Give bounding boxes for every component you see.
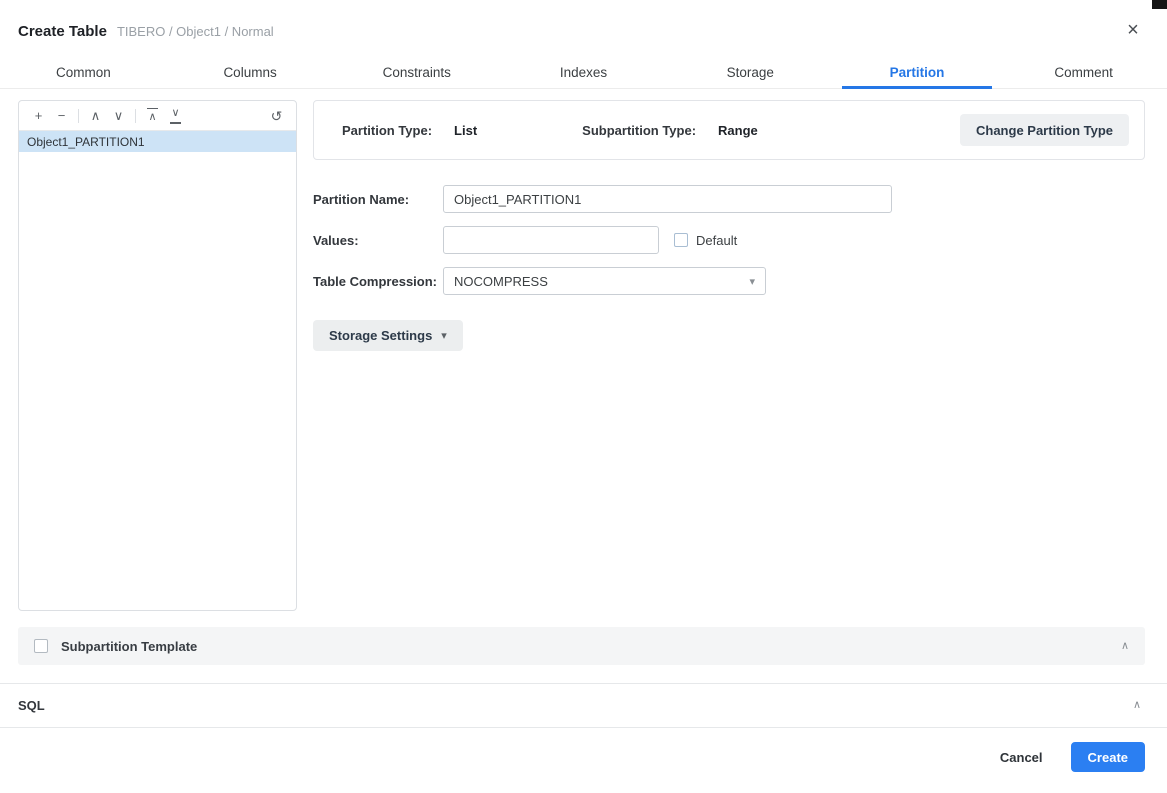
subpartition-template-checkbox[interactable] xyxy=(34,639,48,653)
partition-type-box: Partition Type: List Subpartition Type: … xyxy=(313,100,1145,160)
sql-section[interactable]: SQL ∧ xyxy=(0,683,1167,728)
background-page-corner xyxy=(1152,0,1167,9)
toolbar-divider xyxy=(78,109,79,123)
tab-common[interactable]: Common xyxy=(0,56,167,88)
table-compression-row: Table Compression: NOCOMPRESS ▾ xyxy=(313,267,1145,295)
tab-columns[interactable]: Columns xyxy=(167,56,334,88)
dialog-title: Create Table xyxy=(18,23,107,40)
create-button[interactable]: Create xyxy=(1071,742,1145,772)
reset-button[interactable]: ↺ xyxy=(265,105,288,127)
partition-type-value: List xyxy=(454,123,477,138)
move-to-top-icon: ∧ xyxy=(148,112,156,123)
list-item-partition[interactable]: Object1_PARTITION1 xyxy=(19,131,296,152)
chevron-up-icon: ∧ xyxy=(91,109,101,122)
default-checkbox[interactable] xyxy=(674,233,688,247)
toolbar-divider xyxy=(135,109,136,123)
tab-constraints[interactable]: Constraints xyxy=(333,56,500,88)
partition-name-input[interactable] xyxy=(443,185,892,213)
values-input[interactable] xyxy=(443,226,659,254)
table-compression-label: Table Compression: xyxy=(313,274,443,289)
chevron-down-icon: ▾ xyxy=(441,329,447,342)
breadcrumb: TIBERO / Object1 / Normal xyxy=(117,24,274,39)
close-icon[interactable]: × xyxy=(1121,18,1145,42)
partition-list-panel: + − ∧ ∨ ∧ ∨ ↺ Object1_PARTITION1 xyxy=(18,100,297,611)
partition-list-toolbar: + − ∧ ∨ ∧ ∨ ↺ xyxy=(19,101,296,131)
sql-section-label: SQL xyxy=(18,698,45,713)
subpartition-template-label: Subpartition Template xyxy=(61,639,197,654)
partition-form: Partition Name: Values: Default Table Co… xyxy=(313,185,1145,351)
move-up-button[interactable]: ∧ xyxy=(84,105,107,127)
storage-settings-button[interactable]: Storage Settings ▾ xyxy=(313,320,463,351)
move-to-bottom-button[interactable]: ∨ xyxy=(164,105,187,127)
default-checkbox-label: Default xyxy=(696,233,737,248)
plus-icon: + xyxy=(35,109,43,122)
minus-icon: − xyxy=(58,109,66,122)
tab-partition[interactable]: Partition xyxy=(834,56,1001,88)
move-down-button[interactable]: ∨ xyxy=(107,105,130,127)
chevron-down-icon: ▾ xyxy=(749,275,755,288)
subpartition-type-label: Subpartition Type: xyxy=(582,123,696,138)
storage-settings-label: Storage Settings xyxy=(329,328,432,343)
collapse-chevron-up-icon[interactable]: ∧ xyxy=(1133,700,1141,711)
move-to-top-button[interactable]: ∧ xyxy=(141,105,164,127)
reset-icon: ↺ xyxy=(271,109,283,123)
table-compression-value: NOCOMPRESS xyxy=(454,274,548,289)
tab-indexes[interactable]: Indexes xyxy=(500,56,667,88)
subpartition-template-section[interactable]: Subpartition Template ∧ xyxy=(18,627,1145,665)
partition-name-row: Partition Name: xyxy=(313,185,1145,213)
tab-storage[interactable]: Storage xyxy=(667,56,834,88)
add-partition-button[interactable]: + xyxy=(27,105,50,127)
chevron-down-icon: ∨ xyxy=(114,109,124,122)
partition-type-label: Partition Type: xyxy=(342,123,432,138)
move-to-bottom-icon: ∨ xyxy=(171,108,179,119)
create-table-dialog: Create Table TIBERO / Object1 / Normal ×… xyxy=(0,0,1167,793)
dialog-header: Create Table TIBERO / Object1 / Normal × xyxy=(18,18,1145,44)
values-row: Values: Default xyxy=(313,226,1145,254)
change-partition-type-button[interactable]: Change Partition Type xyxy=(960,114,1129,146)
table-compression-select[interactable]: NOCOMPRESS ▾ xyxy=(443,267,766,295)
tab-bar: Common Columns Constraints Indexes Stora… xyxy=(0,56,1167,89)
collapse-chevron-up-icon[interactable]: ∧ xyxy=(1121,641,1129,652)
subpartition-type-value: Range xyxy=(718,123,758,138)
values-label: Values: xyxy=(313,233,443,248)
partition-name-label: Partition Name: xyxy=(313,192,443,207)
dialog-footer: Cancel Create xyxy=(1000,742,1145,772)
remove-partition-button[interactable]: − xyxy=(50,105,73,127)
partition-list: Object1_PARTITION1 xyxy=(19,131,296,152)
cancel-button[interactable]: Cancel xyxy=(1000,750,1043,765)
subpartition-type-group: Subpartition Type: Range xyxy=(582,123,758,138)
tab-comment[interactable]: Comment xyxy=(1000,56,1167,88)
